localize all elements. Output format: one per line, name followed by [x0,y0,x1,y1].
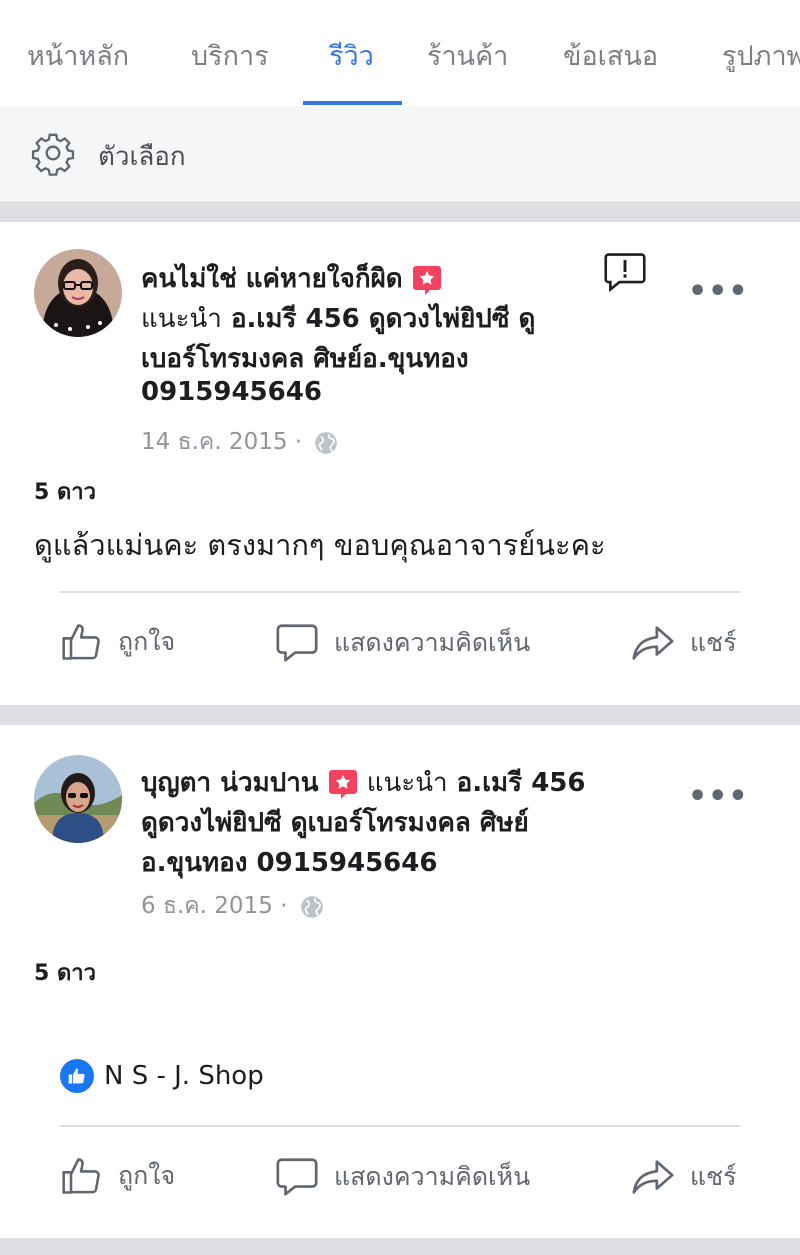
avatar[interactable] [34,249,122,337]
tab-photos[interactable]: รูปภาพ [722,34,800,77]
comment-icon [276,1158,318,1196]
share-icon [632,1160,674,1194]
share-icon [632,626,674,660]
page-name-line[interactable]: เบอร์โทรมงคล ศิษย์อ.ขุนทอง [141,338,469,379]
review-text: ดูแล้วแม่นคะ ตรงมากๆ ขอบคุณอาจารย์นะคะ [34,528,606,562]
recommend-badge-icon [412,265,441,295]
author-name[interactable]: คนไม่ใช่ แค่หายใจก็ผิด [141,264,403,294]
comment-label: แสดงความคิดเห็น [334,1162,531,1191]
liker-name: N S - J. Shop [104,1061,264,1091]
globe-icon [300,895,323,918]
tab-reviews[interactable]: รีวิว [329,34,374,77]
comment-label: แสดงความคิดเห็น [334,628,531,657]
recommends-label: แนะนำ [366,768,448,798]
like-button[interactable]: ถูกใจ [60,1154,175,1198]
like-label: ถูกใจ [118,627,176,656]
avatar[interactable] [34,755,122,843]
tab-offers[interactable]: ข้อเสนอ [563,34,658,77]
like-label: ถูกใจ [118,1161,176,1190]
more-options-icon[interactable]: ••• [688,274,749,309]
page-name-line[interactable]: ดูดวงไพ่ยิปซี ดูเบอร์โทรมงคล ศิษย์ [141,802,529,843]
thumbs-up-icon [62,624,100,660]
divider [60,1125,740,1127]
globe-icon [315,431,338,454]
share-label: แชร์ [690,628,737,657]
author-name[interactable]: บุญตา น่วมปาน [141,768,319,798]
thumbs-up-icon [62,1158,100,1194]
tab-home[interactable]: หน้าหลัก [27,34,129,77]
gear-icon[interactable] [30,130,76,176]
post-date[interactable]: 6 ธ.ค. 2015 · [141,893,287,919]
tab-shop[interactable]: ร้านค้า [427,34,508,77]
comment-icon [276,624,318,662]
comment-button[interactable]: แสดงความคิดเห็น [274,1154,530,1200]
recommends-label: แนะนำ [141,304,222,334]
tab-services[interactable]: บริการ [191,34,269,77]
like-button[interactable]: ถูกใจ [60,620,175,664]
page-name-line[interactable]: 0915945646 [141,377,322,407]
page-name[interactable]: อ.เมรี 456 [457,768,586,798]
comment-button[interactable]: แสดงความคิดเห็น [274,620,530,666]
share-button[interactable]: แชร์ [630,1154,737,1200]
recommend-badge-icon [328,769,357,799]
like-reaction-icon [60,1059,94,1093]
rating: 5 ดาว [34,480,96,505]
page-tabs: หน้าหลัก บริการ รีวิว ร้านค้า ข้อเสนอ รู… [0,0,800,106]
post-date[interactable]: 14 ธ.ค. 2015 · [141,429,302,455]
share-label: แชร์ [690,1162,737,1191]
page-name[interactable]: อ.เมรี 456 ดูดวงไพ่ยิปซี ดู [231,304,535,334]
page-name-line[interactable]: อ.ขุนทอง 0915945646 [141,842,437,883]
more-options-icon[interactable]: ••• [688,779,749,814]
active-tab-indicator [303,101,402,105]
reactions-summary[interactable]: N S - J. Shop [60,1059,264,1093]
rating: 5 ดาว [34,961,96,986]
share-button[interactable]: แชร์ [630,620,737,666]
options-label[interactable]: ตัวเลือก [98,136,186,177]
report-icon[interactable] [603,250,647,294]
divider [60,591,740,593]
